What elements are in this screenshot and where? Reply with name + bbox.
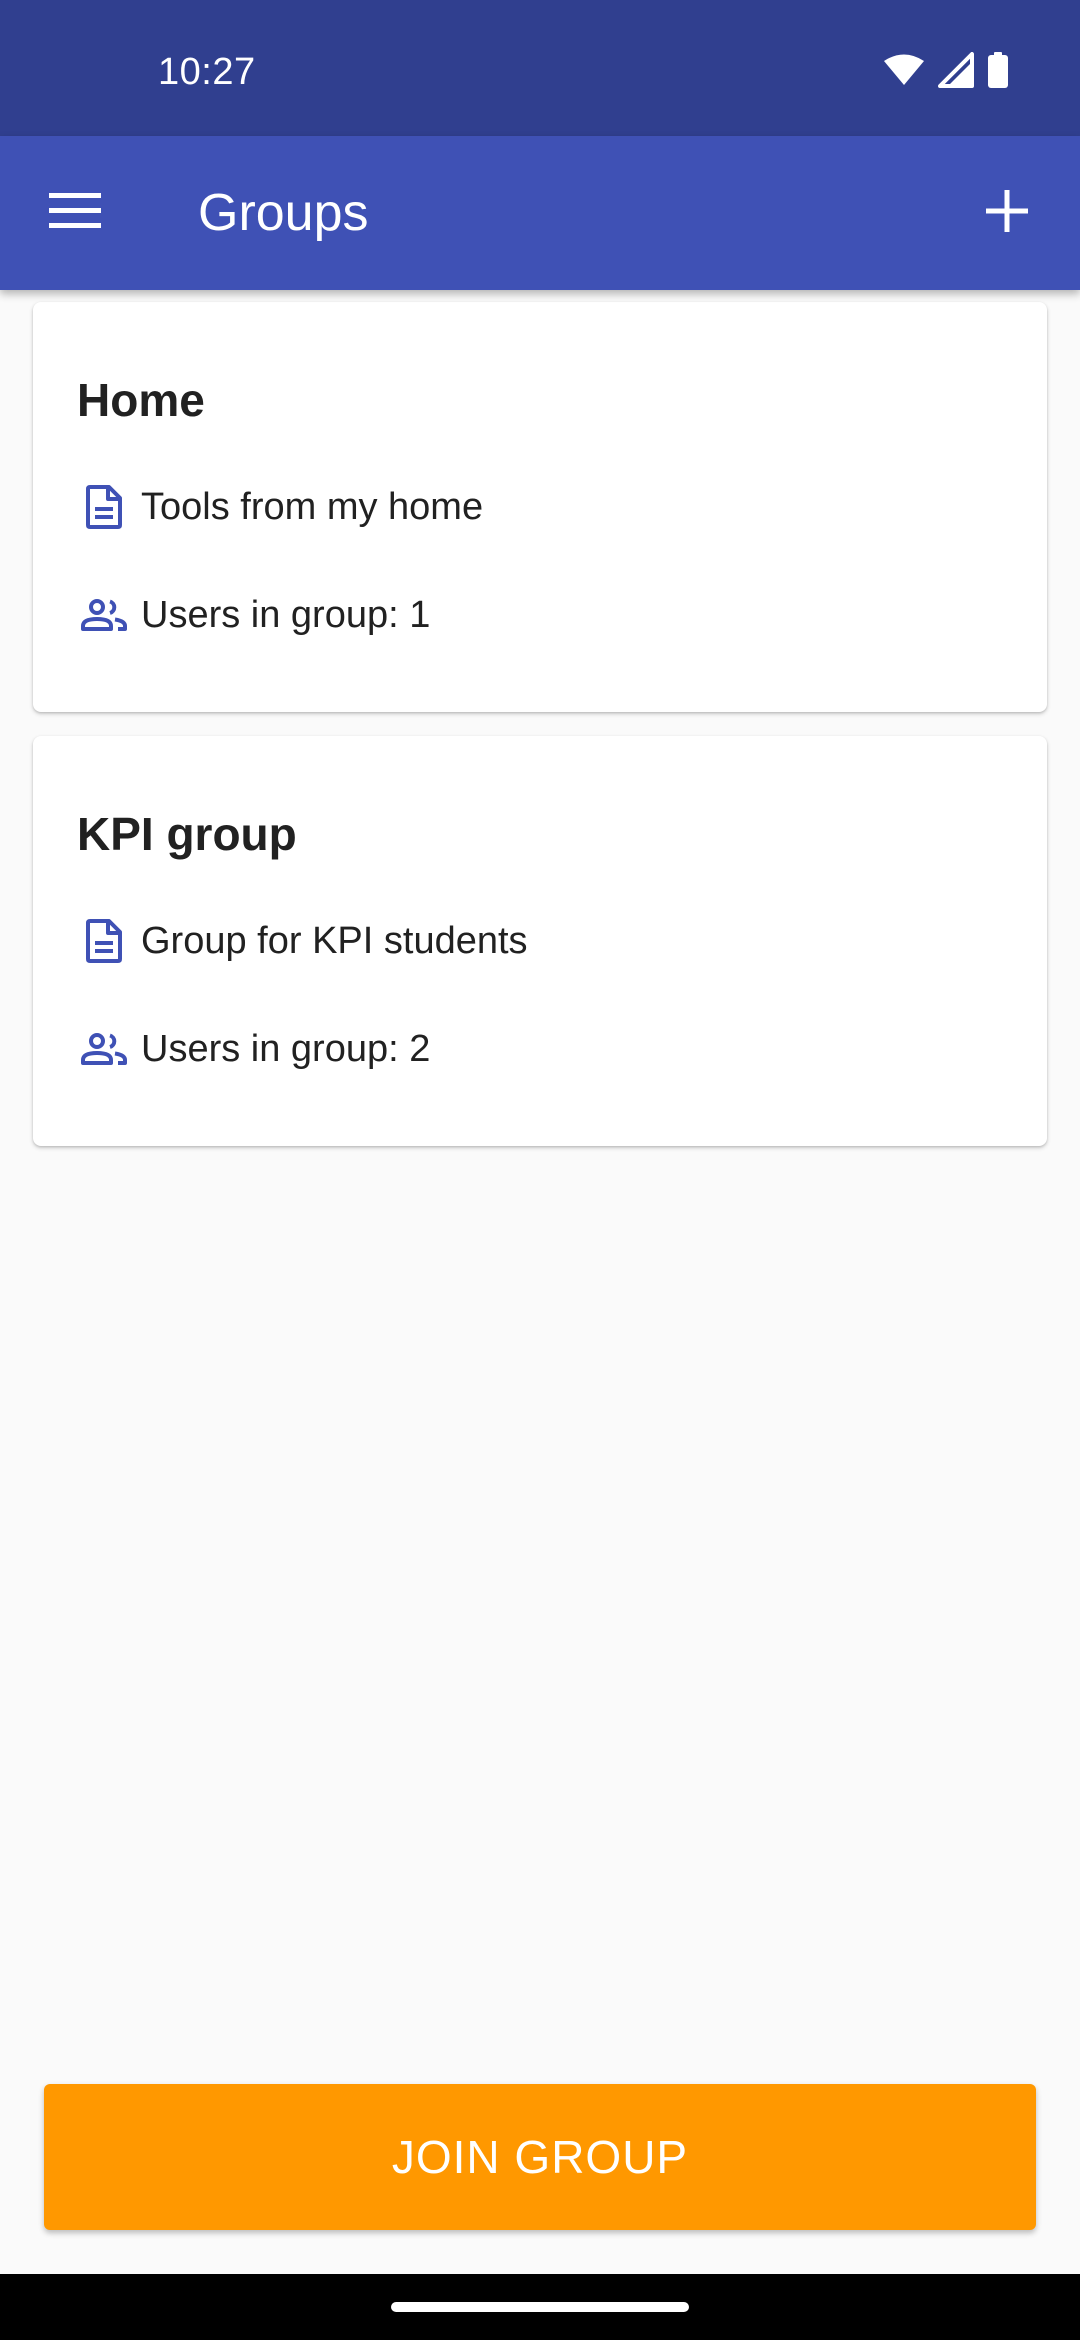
document-icon — [77, 480, 131, 534]
menu-button[interactable] — [42, 180, 108, 246]
plus-icon — [986, 189, 1028, 237]
page-title: Groups — [198, 184, 369, 242]
group-description-row: Tools from my home — [77, 480, 483, 534]
group-name: Home — [77, 374, 205, 426]
group-name: KPI group — [77, 808, 297, 860]
home-gesture-handle[interactable] — [391, 2302, 689, 2312]
add-group-button[interactable] — [972, 178, 1042, 248]
groups-screen: 10:27 Groups Home Tools from my home Use… — [0, 0, 1080, 2340]
group-description: Group for KPI students — [141, 920, 528, 962]
group-description: Tools from my home — [141, 486, 484, 528]
hamburger-menu-icon — [49, 192, 101, 234]
group-user-count: Users in group: 2 — [141, 1028, 431, 1070]
group-description-row: Group for KPI students — [77, 914, 528, 968]
app-bar: Groups — [0, 136, 1080, 290]
group-card[interactable]: KPI group Group for KPI students Users i… — [33, 736, 1047, 1146]
wifi-icon — [884, 54, 924, 91]
join-group-button[interactable]: JOIN GROUP — [44, 2084, 1036, 2230]
system-navigation-bar — [0, 2274, 1080, 2340]
people-icon — [77, 588, 131, 642]
status-time: 10:27 — [158, 51, 256, 93]
group-list: Home Tools from my home Users in group: … — [33, 302, 1047, 1170]
group-users-row: Users in group: 2 — [77, 1022, 430, 1076]
signal-icon — [938, 51, 974, 93]
people-icon — [77, 1022, 131, 1076]
group-card[interactable]: Home Tools from my home Users in group: … — [33, 302, 1047, 712]
group-users-row: Users in group: 1 — [77, 588, 430, 642]
battery-icon — [988, 51, 1008, 93]
document-icon — [77, 914, 131, 968]
status-icons — [884, 51, 1008, 93]
group-user-count: Users in group: 1 — [141, 594, 431, 636]
status-bar: 10:27 — [0, 0, 1080, 136]
